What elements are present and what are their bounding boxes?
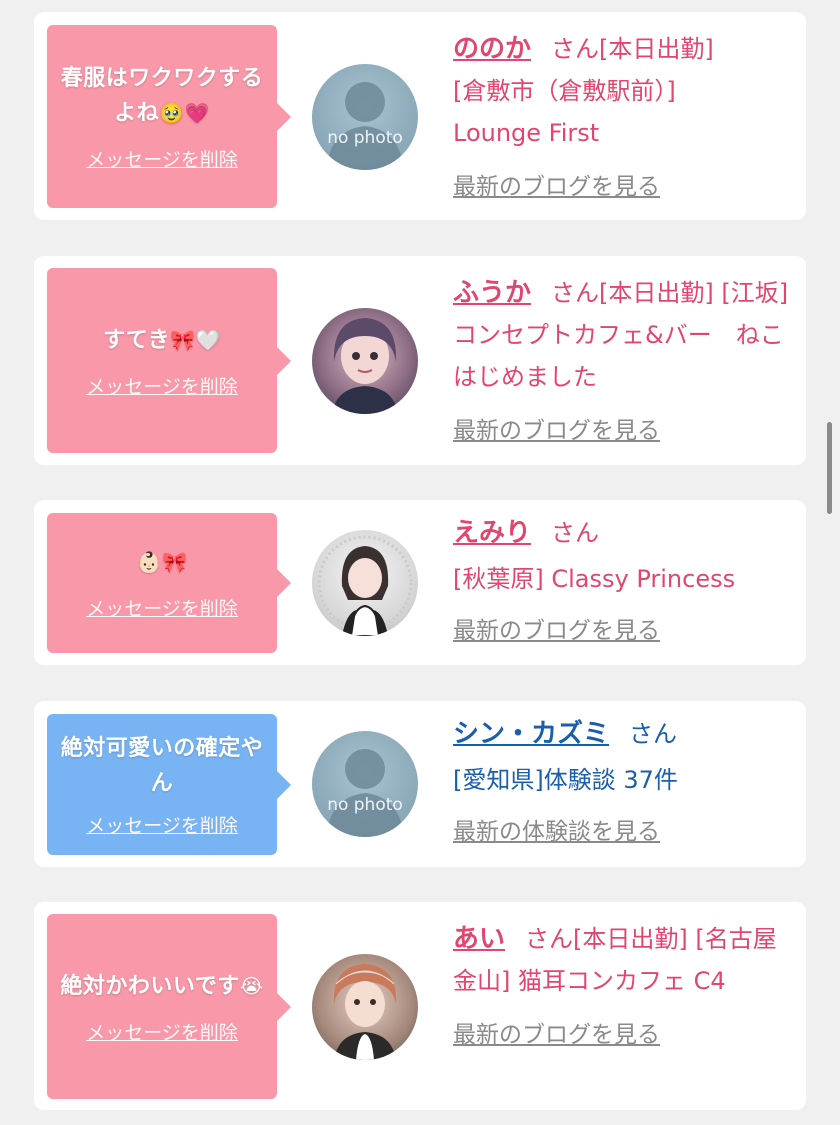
cast-name-link[interactable]: ののか (453, 34, 531, 64)
cast-info: えみり さん [秋葉原] Classy Princess 最新のブログを見る (453, 512, 793, 652)
avatar[interactable] (312, 530, 418, 636)
profile-photo (332, 318, 398, 414)
honorific: さん (551, 35, 600, 63)
profile-photo (317, 535, 413, 636)
emoji-icon: 😭 (239, 973, 264, 998)
cast-info: あい さん[本日出勤] [名古屋 金山] 猫耳コンカフェ C4 最新のブログを見る (453, 918, 793, 1056)
latest-blog-link[interactable]: 最新のブログを見る (453, 410, 793, 452)
message-card: 👶🏻🎀 メッセージを削除 えみり さん [秋葉原] Classy Princess… (34, 500, 806, 665)
latest-blog-link[interactable]: 最新のブログを見る (453, 166, 793, 208)
latest-review-link[interactable]: 最新の体験談を見る (453, 811, 793, 853)
honorific: さん (525, 925, 574, 953)
emoji-icon: 👶🏻🎀 (136, 550, 188, 574)
delete-message-link[interactable]: メッセージを削除 (86, 145, 238, 172)
no-photo-label: no photo (327, 128, 403, 148)
emoji-icon: 🥹💗 (159, 101, 210, 125)
honorific: さん (551, 519, 600, 547)
honorific: さん (551, 279, 600, 307)
attendance-status: [本日出勤] (599, 35, 714, 63)
message-card: すてき🎀🤍 メッセージを削除 ふうか さん[本日出勤] [江坂] コンセプトカフェ… (34, 256, 806, 465)
message-bubble: 👶🏻🎀 メッセージを削除 (47, 513, 291, 653)
attendance-status: [本日出勤] (599, 279, 714, 307)
avatar[interactable]: no photo (312, 731, 418, 837)
delete-message-link[interactable]: メッセージを削除 (86, 594, 238, 621)
shop-info[interactable]: [秋葉原] Classy Princess (453, 558, 793, 600)
attendance-status: [本日出勤] (573, 925, 688, 953)
message-text: すてき🎀🤍 (103, 323, 221, 358)
cast-name-link[interactable]: あい (453, 924, 505, 954)
message-text: 👶🏻🎀 (137, 545, 188, 580)
profile-photo (333, 964, 397, 1060)
review-count[interactable]: [愛知県]体験談 37件 (453, 759, 793, 801)
message-text: 絶対可愛いの確定やん (60, 736, 264, 796)
no-photo-label: no photo (327, 795, 403, 815)
reviewer-name-link[interactable]: シン・カズミ (453, 719, 609, 749)
scrollbar-thumb[interactable] (827, 422, 832, 514)
cast-info: ののか さん[本日出勤] [倉敷市（倉敷駅前）] Lounge First 最新の… (453, 28, 793, 208)
message-bubble: 絶対かわいいです😭 メッセージを削除 (47, 914, 291, 1099)
reviewer-info: シン・カズミ さん [愛知県]体験談 37件 最新の体験談を見る (453, 713, 793, 853)
emoji-icon: 🎀🤍 (170, 327, 221, 352)
avatar[interactable] (312, 954, 418, 1060)
delete-message-link[interactable]: メッセージを削除 (86, 811, 238, 838)
honorific: さん (629, 720, 678, 748)
shop-info[interactable]: [倉敷市（倉敷駅前）] Lounge First (453, 77, 676, 147)
person-silhouette-icon: no photo (326, 749, 404, 837)
message-card: 絶対可愛いの確定やん メッセージを削除 no photo シン・カズミ さん [愛… (34, 701, 806, 867)
delete-message-link[interactable]: メッセージを削除 (86, 1018, 238, 1045)
message-bubble: 春服はワクワクするよね🥹💗 メッセージを削除 (47, 25, 291, 208)
person-silhouette-icon: no photo (326, 82, 404, 170)
message-card: 春服はワクワクするよね🥹💗 メッセージを削除 no photo ののか さん[本日… (34, 12, 806, 220)
avatar[interactable]: no photo (312, 64, 418, 170)
latest-blog-link[interactable]: 最新のブログを見る (453, 610, 793, 652)
latest-blog-link[interactable]: 最新のブログを見る (453, 1014, 793, 1056)
cast-info: ふうか さん[本日出勤] [江坂] コンセプトカフェ&バー ねこはじめました 最新… (453, 272, 793, 452)
message-card: 絶対かわいいです😭 メッセージを削除 あい さん[本日出勤] [名古屋 金山] 猫… (34, 902, 806, 1110)
message-bubble: すてき🎀🤍 メッセージを削除 (47, 268, 291, 453)
delete-message-link[interactable]: メッセージを削除 (86, 372, 238, 399)
message-bubble: 絶対可愛いの確定やん メッセージを削除 (47, 714, 291, 855)
cast-name-link[interactable]: えみり (453, 518, 531, 548)
avatar[interactable] (312, 308, 418, 414)
message-text: 春服はワクワクするよね🥹💗 (57, 61, 267, 131)
cast-name-link[interactable]: ふうか (453, 278, 531, 308)
message-text: 絶対かわいいです😭 (60, 969, 263, 1004)
